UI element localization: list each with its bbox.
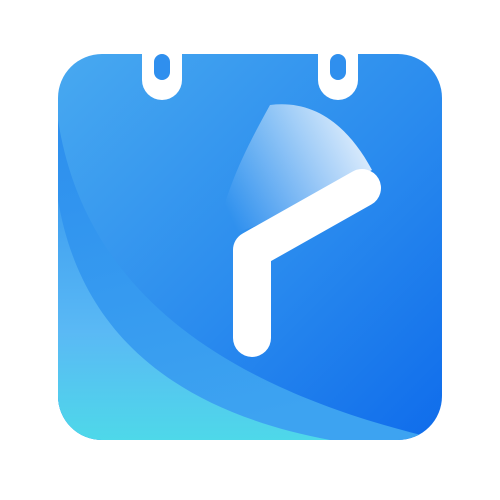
calendar-clock-app-icon[interactable] [0, 0, 500, 500]
icon-canvas [0, 0, 500, 500]
